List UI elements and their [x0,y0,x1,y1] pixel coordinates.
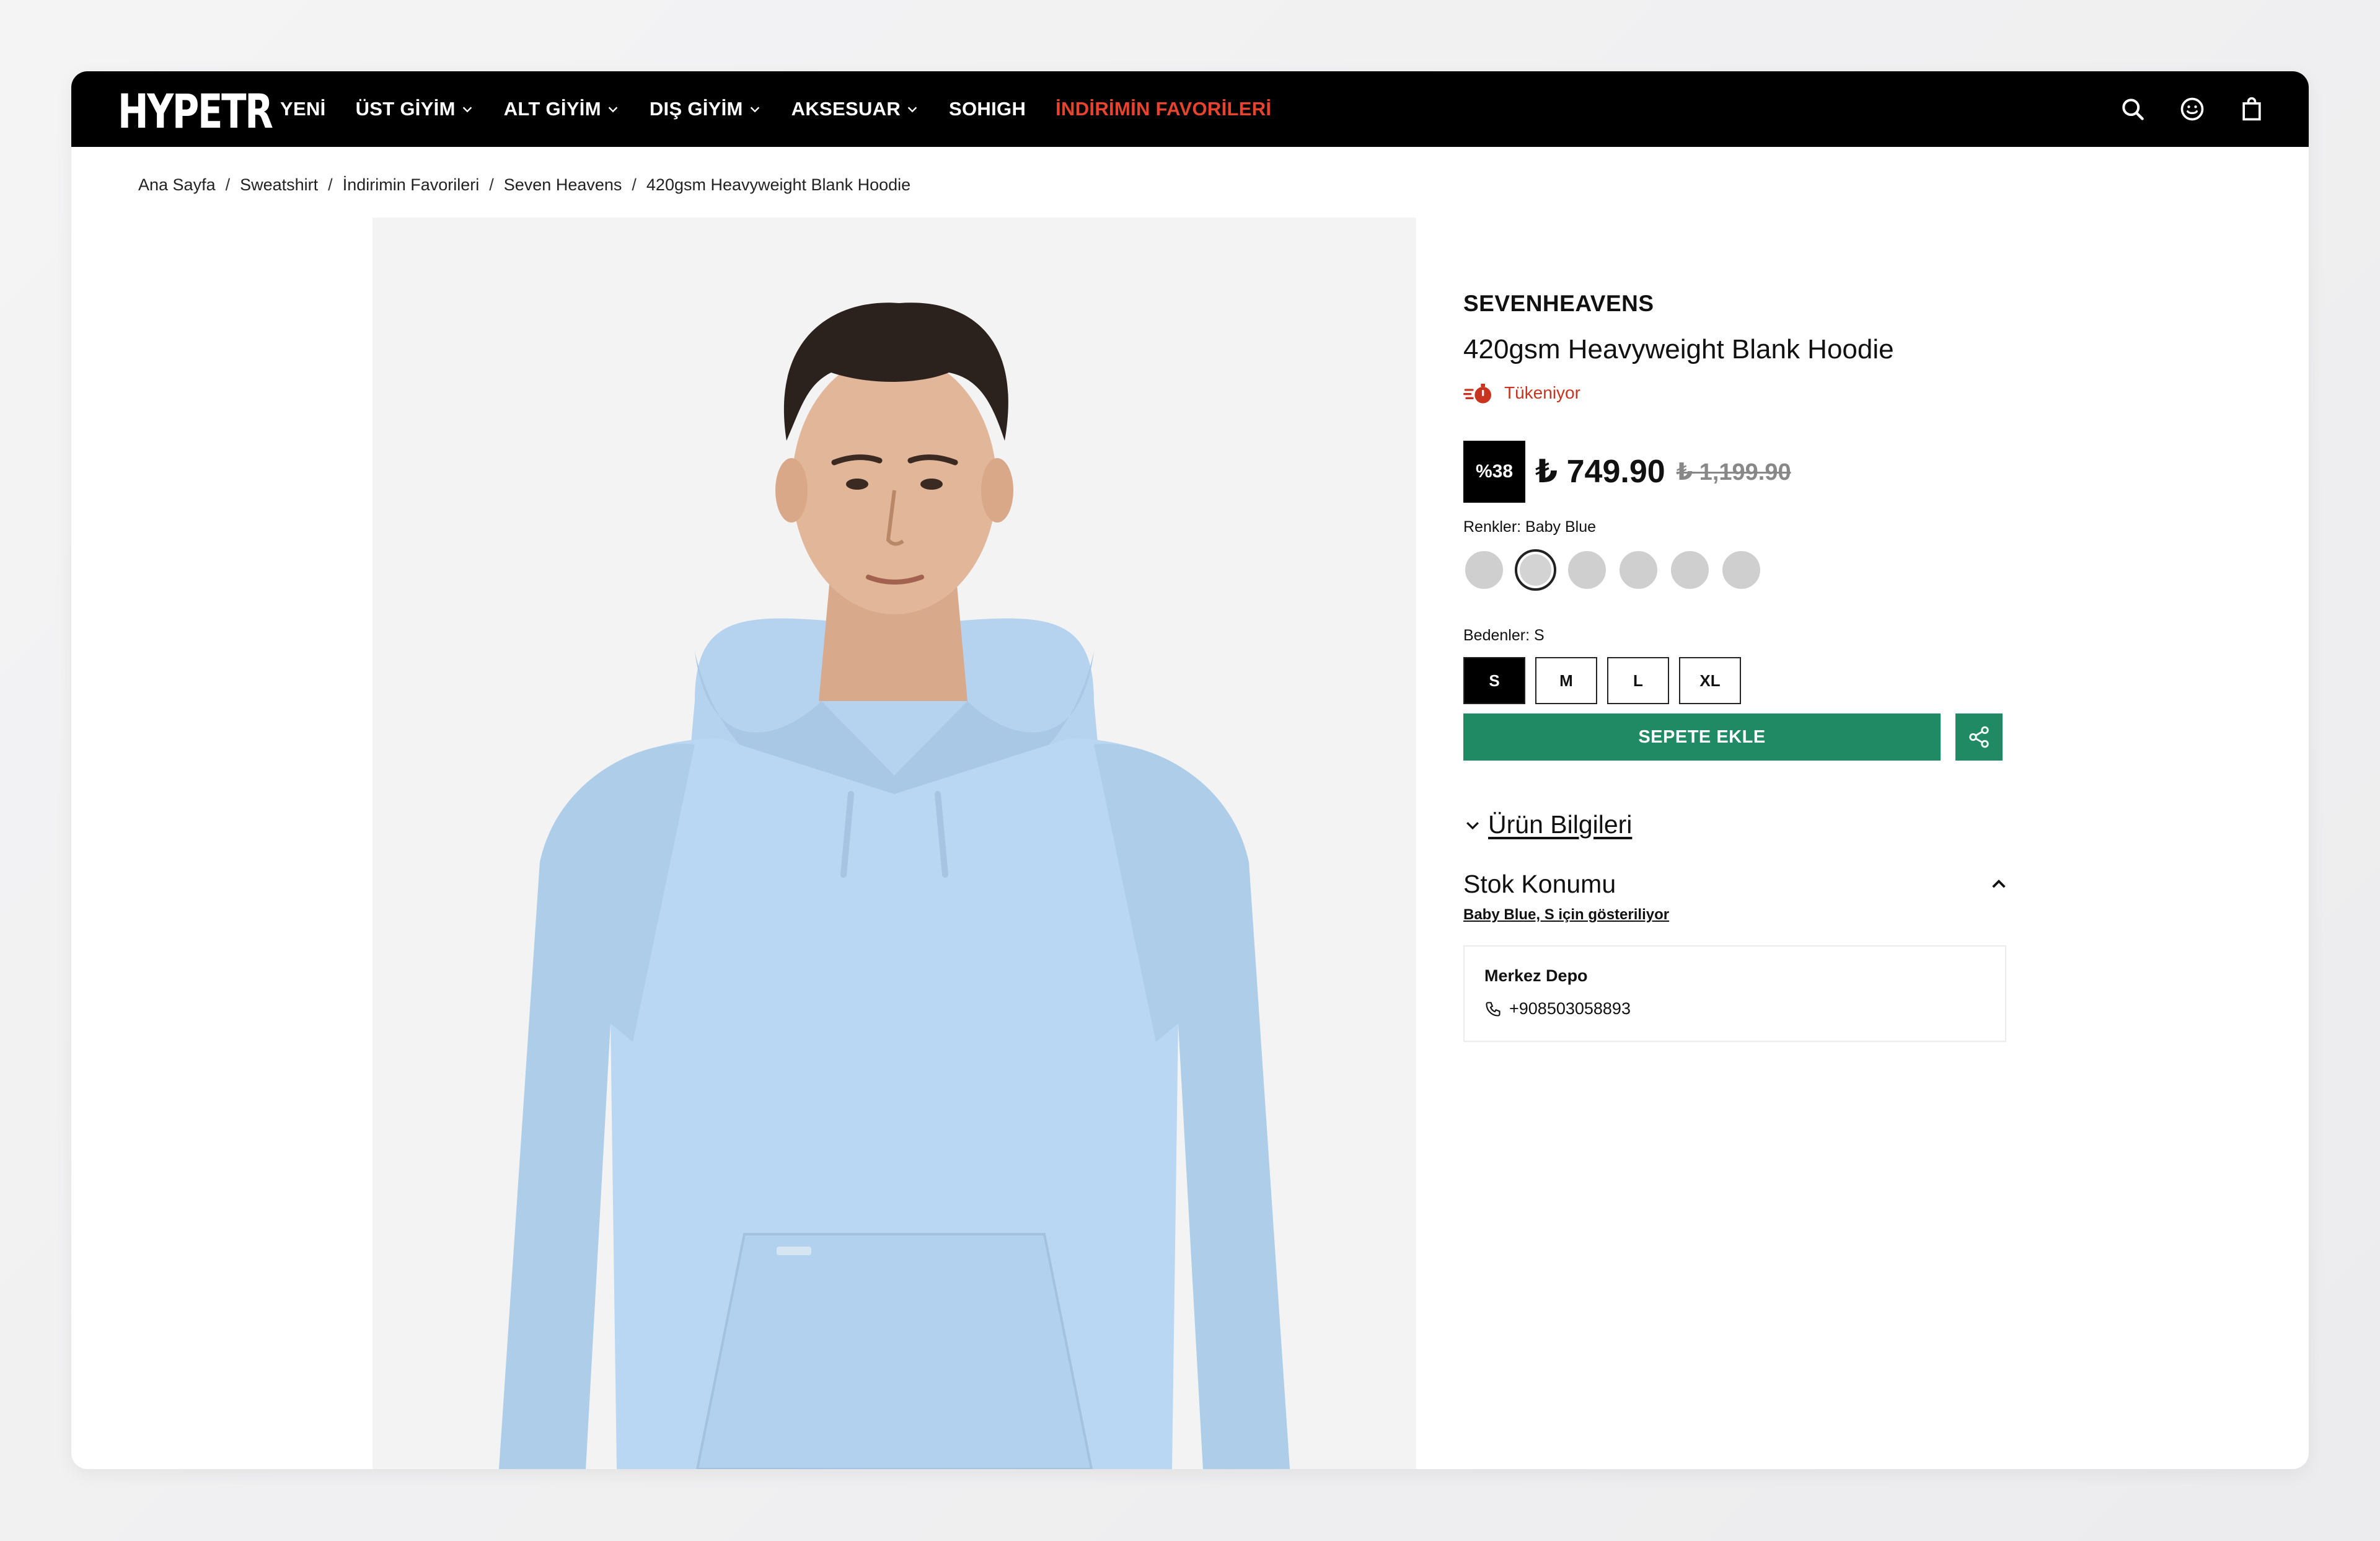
chevron-down-icon [1466,821,1479,829]
original-price: ₺ 1,199.90 [1676,459,1791,485]
stock-location-subtitle[interactable]: Baby Blue, S için gösteriliyor [1463,906,2009,924]
chevron-down-icon [750,107,759,113]
timer-icon [1463,384,1491,404]
stock-location-title: Stok Konumu [1463,870,1616,898]
menu-label: SOHIGH [949,98,1026,120]
bag-icon[interactable] [2238,95,2265,123]
share-icon [1969,726,1989,748]
store-card: Merkez Depo +908503058893 [1463,945,2006,1042]
add-to-cart-button[interactable]: SEPETE EKLE [1463,713,1941,761]
menu-label: İNDİRİMİN FAVORİLERİ [1056,98,1272,120]
main-menu: YENİ ÜST GİYİM ALT GİYİM DIŞ GİYİM AKSES… [280,71,1301,147]
share-button[interactable] [1955,713,2003,761]
menu-label: ALT GİYİM [503,98,601,120]
product-info-accordion[interactable]: Ürün Bilgileri [1463,810,2009,839]
menu-item-indirim-favorileri[interactable]: İNDİRİMİN FAVORİLERİ [1056,98,1271,120]
menu-label: ÜST GİYİM [355,98,456,120]
color-swatch[interactable] [1669,549,1711,591]
price-row: %38 ₺ 749.90 ₺ 1,199.90 [1463,441,1791,503]
sale-price: ₺ 749.90 [1535,454,1665,490]
breadcrumb-item[interactable]: Sweatshirt [240,175,318,195]
product-title: 420gsm Heavyweight Blank Hoodie [1463,334,1894,364]
store-phone-number: +908503058893 [1509,999,1631,1018]
menu-item-sohigh[interactable]: SOHIGH [949,98,1026,120]
size-option-l[interactable]: L [1607,657,1669,704]
size-options: S M L XL [1463,657,1741,704]
store-phone[interactable]: +908503058893 [1484,999,1985,1018]
menu-label: AKSESUAR [791,98,901,120]
store-name: Merkez Depo [1484,966,1588,985]
color-swatch[interactable] [1566,549,1608,591]
chevron-down-icon [608,107,618,113]
product-info-label: Ürün Bilgileri [1488,810,1633,839]
breadcrumb: Ana Sayfa / Sweatshirt / İndirimin Favor… [138,175,910,195]
breadcrumb-separator: / [225,175,231,194]
menu-item-alt-giyim[interactable]: ALT GİYİM [504,98,620,120]
low-stock-badge: Tükeniyor [1463,381,1580,405]
search-icon[interactable] [2119,95,2146,123]
nav-icons [2119,71,2265,147]
stock-location-header[interactable]: Stok Konumu [1463,870,2009,899]
breadcrumb-separator: / [328,175,333,194]
breadcrumb-separator: / [632,175,637,194]
menu-label: YENİ [280,98,326,120]
color-swatches [1463,549,1762,591]
product-image[interactable] [372,218,1416,1469]
chevron-down-icon [907,107,917,113]
sizes-label: Bedenler: S [1463,627,1545,644]
breadcrumb-item[interactable]: İndirimin Favorileri [343,175,480,195]
breadcrumb-item[interactable]: Seven Heavens [504,175,622,195]
menu-label: DIŞ GİYİM [649,98,743,120]
logo[interactable]: HYPETR [118,84,273,139]
cart-actions: SEPETE EKLE [1463,713,2003,761]
hoodie-model-illustration [372,218,1416,1469]
top-nav: HYPETR YENİ ÜST GİYİM ALT GİYİM DIŞ GİYİ… [71,71,2309,147]
color-swatch[interactable] [1618,549,1659,591]
menu-item-yeni[interactable]: YENİ [280,98,326,120]
stock-location-accordion: Stok Konumu Baby Blue, S için gösteriliy… [1463,870,2009,924]
browser-window: HYPETR YENİ ÜST GİYİM ALT GİYİM DIŞ GİYİ… [71,71,2309,1469]
stock-badge-text: Tükeniyor [1504,383,1580,402]
chevron-down-icon [462,107,472,113]
color-swatch-selected[interactable] [1515,549,1556,591]
size-option-s[interactable]: S [1463,657,1525,704]
size-option-m[interactable]: M [1535,657,1597,704]
color-swatch[interactable] [1463,549,1505,591]
account-icon[interactable] [2179,95,2206,123]
breadcrumb-item[interactable]: Ana Sayfa [138,175,216,195]
chevron-up-icon [1992,879,2006,888]
colors-label: Renkler: Baby Blue [1463,518,1597,536]
color-swatch[interactable] [1721,549,1762,591]
brand-name[interactable]: SEVENHEAVENS [1463,291,1654,317]
menu-item-ust-giyim[interactable]: ÜST GİYİM [356,98,474,120]
menu-item-dis-giyim[interactable]: DIŞ GİYİM [650,98,762,120]
menu-item-aksesuar[interactable]: AKSESUAR [791,98,919,120]
breadcrumb-separator: / [489,175,494,194]
discount-badge: %38 [1463,441,1525,503]
phone-icon [1486,1001,1501,1017]
breadcrumb-item-current: 420gsm Heavyweight Blank Hoodie [646,175,911,194]
size-option-xl[interactable]: XL [1679,657,1741,704]
